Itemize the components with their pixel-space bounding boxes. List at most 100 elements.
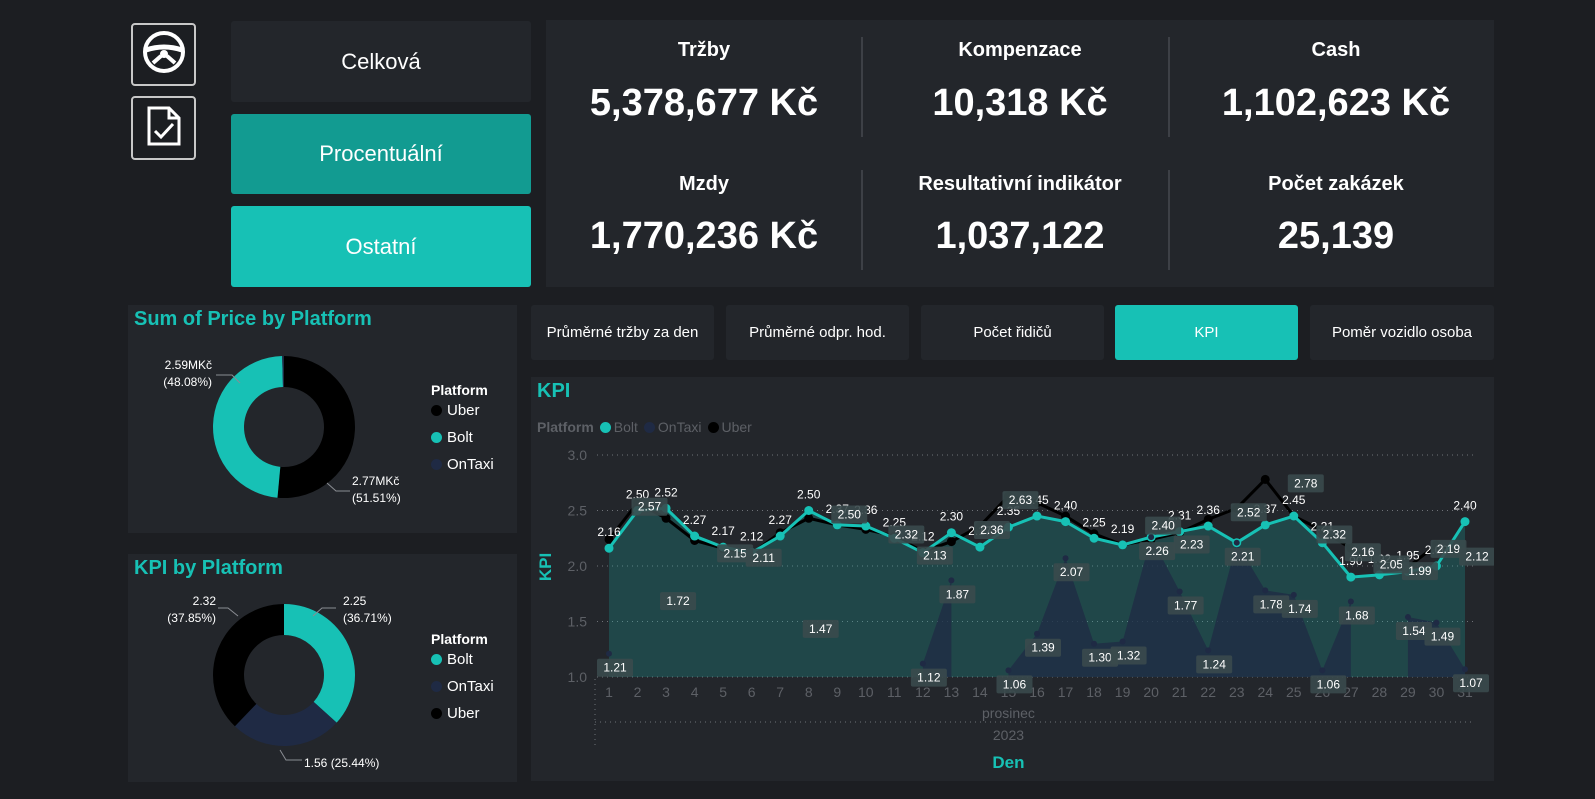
legend-label: Bolt: [447, 429, 473, 446]
x-tick-label: 25: [1286, 684, 1302, 700]
bolt-point: [1289, 511, 1299, 521]
data-label: 2.78: [1294, 476, 1318, 490]
x-tick-label: 9: [833, 684, 841, 700]
x-tick-label: 4: [691, 684, 699, 700]
legend-title: Platform: [431, 631, 488, 647]
x-month-label: prosinec: [982, 705, 1035, 721]
bolt-point: [946, 528, 956, 538]
data-label: 2.30: [940, 510, 964, 524]
x-tick-label: 23: [1229, 684, 1245, 700]
y-tick-label: 1.0: [568, 669, 588, 685]
leader-line: [279, 749, 302, 761]
data-label: 2.12: [740, 530, 764, 544]
data-label: 2.45: [1282, 493, 1306, 507]
steering-wheel-button[interactable]: [131, 23, 196, 86]
tab-prumerne-odpr-hod[interactable]: Průměrné odpr. hod.: [726, 305, 909, 360]
bolt-point: [1089, 533, 1099, 543]
x-tick-label: 13: [944, 684, 960, 700]
bolt-point: [1032, 511, 1042, 521]
report-button[interactable]: [131, 96, 196, 160]
legend-item[interactable]: Bolt: [431, 429, 494, 446]
data-label: 1.32: [1117, 648, 1141, 662]
tab-kpi[interactable]: KPI: [1115, 305, 1298, 360]
legend-label: Uber: [447, 705, 480, 722]
data-label: 2.57: [638, 500, 662, 514]
legend-swatch: [431, 405, 442, 416]
data-label: 1.87: [946, 587, 970, 601]
ontaxi-point: [1205, 647, 1212, 654]
data-label: 2.50: [797, 488, 821, 502]
nav-procentualni-button[interactable]: Procentuální: [231, 114, 531, 194]
bolt-point: [804, 506, 814, 515]
data-label: 2.52: [654, 485, 678, 499]
legend-item[interactable]: OnTaxi: [431, 456, 494, 473]
tab-pocet-ridicu[interactable]: Počet řidičů: [921, 305, 1104, 360]
ontaxi-point: [1319, 667, 1326, 674]
tab-pomer-vozidlo-osoba[interactable]: Poměr vozidlo osoba: [1310, 305, 1494, 360]
x-tick-label: 3: [662, 684, 670, 700]
data-label: 1.72: [666, 594, 690, 608]
x-tick-label: 22: [1200, 684, 1216, 700]
kpi-cards-panel: Tržby 5,378,677 Kč Kompenzace 10,318 Kč …: [546, 20, 1494, 287]
x-axis-title: Den: [992, 753, 1024, 772]
data-label: 1.99: [1408, 564, 1432, 578]
kpi-mzdy-value: 1,770,236 Kč: [589, 215, 819, 257]
legend-swatch: [431, 654, 442, 665]
ontaxi-point: [1433, 619, 1440, 626]
donut-slice: [212, 356, 283, 498]
data-label: 2.40: [1151, 519, 1175, 533]
kpi-card-kompenzace: Kompenzace 10,318 Kč: [862, 20, 1178, 153]
tab-prumerne-trzby[interactable]: Průměrné tržby za den: [531, 305, 714, 360]
legend-item[interactable]: OnTaxi: [431, 678, 494, 695]
y-tick-label: 2.0: [568, 558, 588, 574]
legend-item[interactable]: Uber: [431, 705, 494, 722]
ontaxi-point: [1290, 591, 1297, 598]
kpi-trzby-value: 5,378,677 Kč: [589, 82, 819, 124]
kpi-mzdy-label: Mzdy: [679, 173, 729, 195]
x-tick-label: 2: [634, 684, 642, 700]
x-year-label: 2023: [993, 727, 1024, 743]
nav-celkova-button[interactable]: Celková: [231, 21, 531, 102]
data-label: 2.11: [752, 551, 775, 565]
bolt-point: [604, 543, 614, 553]
bolt-point: [775, 531, 785, 541]
legend-swatch: [431, 432, 442, 443]
slice-label: 2.32: [193, 594, 217, 608]
data-label: 2.07: [1060, 565, 1084, 579]
legend-label: Uber: [447, 402, 480, 419]
data-label: 2.36: [1197, 503, 1221, 517]
legend-item[interactable]: Uber: [431, 402, 494, 419]
ontaxi-point: [1176, 588, 1183, 595]
data-label: 2.16: [1351, 545, 1375, 559]
slice-label: 2.77MKč: [352, 474, 399, 488]
kpi-line-visual: KPI Platform Bolt OnTaxi Uber 1.0 1.5 2.0 2…: [531, 377, 1494, 781]
kpi-card-cash: Cash 1,102,623 Kč: [1178, 20, 1494, 153]
data-label: 1.54: [1402, 624, 1426, 638]
legend-swatch: [431, 681, 442, 692]
bolt-point: [1061, 517, 1071, 527]
slice-percent: (48.08%): [163, 375, 212, 389]
bolt-point: [1203, 521, 1213, 531]
data-label: 2.05: [1380, 557, 1404, 571]
slice-percent: (36.71%): [343, 611, 392, 625]
bolt-point: [1260, 520, 1270, 530]
data-label: 2.19: [1111, 522, 1135, 536]
divider: [1168, 37, 1170, 137]
slice-label: 1.56 (25.44%): [304, 756, 379, 770]
nav-ostatni-button[interactable]: Ostatní: [231, 206, 531, 287]
ontaxi-point: [606, 650, 612, 657]
data-label: 1.06: [1317, 677, 1341, 691]
data-label: 1.49: [1431, 630, 1455, 644]
bolt-point: [1346, 572, 1356, 582]
data-label: 2.26: [1145, 544, 1169, 558]
data-label: 1.68: [1345, 609, 1369, 623]
data-label: 2.25: [1082, 515, 1106, 529]
legend-item[interactable]: Bolt: [431, 651, 494, 668]
x-tick-label: 21: [1172, 684, 1188, 700]
data-label: 1.21: [603, 661, 627, 675]
bolt-point: [975, 542, 985, 552]
data-label: 2.12: [1465, 550, 1489, 564]
data-label: 1.06: [1003, 677, 1027, 691]
ontaxi-point: [1119, 638, 1126, 645]
slice-percent: (51.51%): [352, 491, 401, 505]
